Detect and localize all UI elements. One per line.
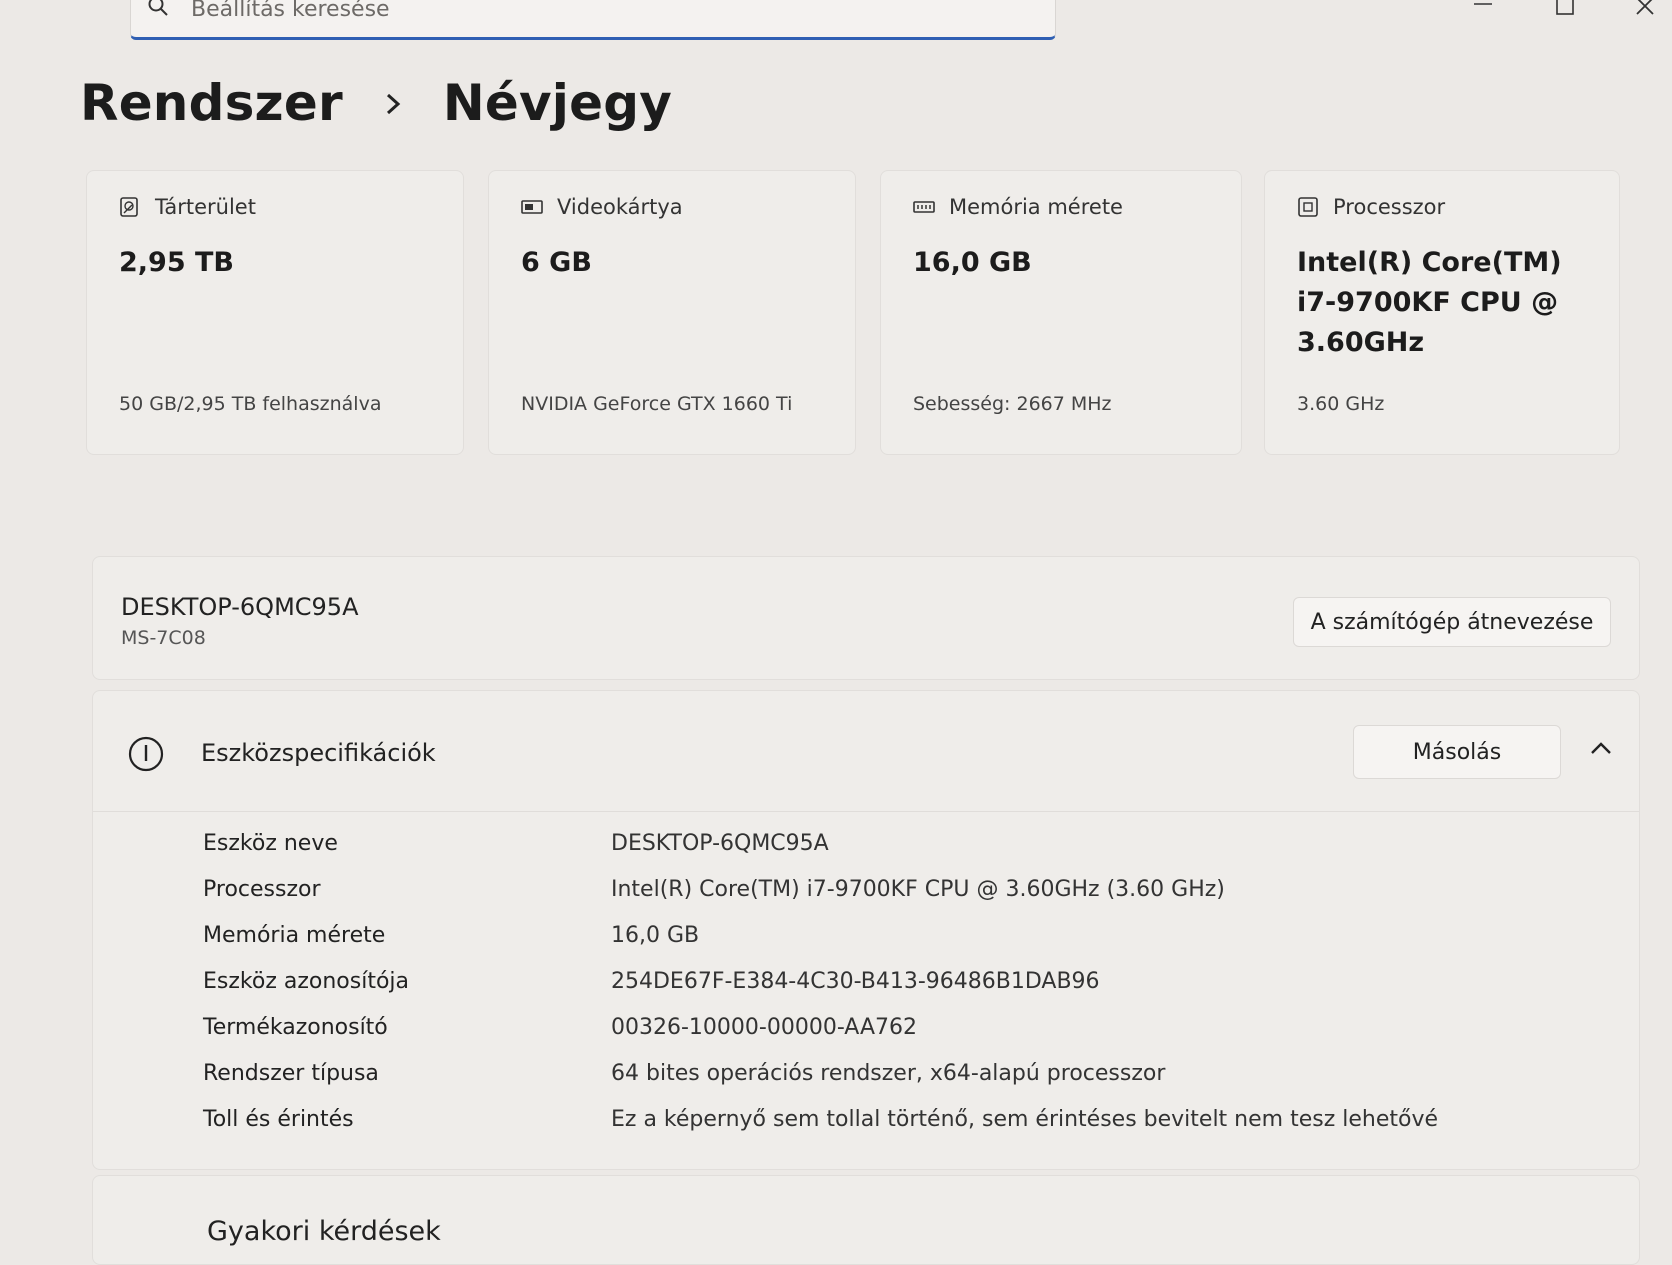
title-bar: Beállítás keresése [0, 0, 1672, 60]
minimize-button[interactable] [1460, 0, 1506, 30]
breadcrumb-current: Névjegy [442, 74, 673, 132]
page-title: Rendszer Névjegy [80, 68, 672, 138]
info-icon [128, 736, 164, 772]
processor-icon [1298, 197, 1318, 217]
gpu-label: Videokártya [557, 195, 683, 219]
memory-icon [913, 201, 935, 213]
spec-key: Toll és érintés [203, 1107, 354, 1132]
spec-value: Intel(R) Core(TM) i7-9700KF CPU @ 3.60GH… [611, 877, 1225, 902]
storage-card[interactable]: Tárterület 2,95 TB 50 GB/2,95 TB felhasz… [86, 170, 464, 455]
gpu-card[interactable]: Videokártya 6 GB NVIDIA GeForce GTX 1660… [488, 170, 856, 455]
processor-label: Processzor [1333, 195, 1446, 219]
gpu-value: 6 GB [521, 247, 592, 278]
device-name-row: DESKTOP-6QMC95A MS-7C08 A számítógép átn… [92, 556, 1640, 680]
minimize-icon [1474, 3, 1492, 5]
summary-cards: Tárterület 2,95 TB 50 GB/2,95 TB felhasz… [86, 170, 1620, 455]
storage-usage: 50 GB/2,95 TB felhasználva [119, 393, 382, 415]
chevron-right-icon [386, 93, 401, 115]
spec-value: 254DE67F-E384-4C30-B413-96486B1DAB96 [611, 969, 1100, 994]
device-name: DESKTOP-6QMC95A [121, 593, 359, 621]
memory-speed: Sebesség: 2667 MHz [913, 393, 1112, 415]
faq-title: Gyakori kérdések [207, 1216, 441, 1247]
spec-key: Eszköz neve [203, 831, 338, 856]
device-specs-title: Eszközspecifikációk [201, 739, 436, 767]
spec-value: Ez a képernyő sem tollal történő, sem ér… [611, 1107, 1439, 1132]
storage-label: Tárterület [155, 195, 256, 219]
chevron-up-icon[interactable] [1589, 737, 1613, 761]
memory-card[interactable]: Memória mérete 16,0 GB Sebesség: 2667 MH… [880, 170, 1242, 455]
breadcrumb-parent[interactable]: Rendszer [80, 74, 343, 132]
device-model: MS-7C08 [121, 627, 206, 649]
spec-key: Rendszer típusa [203, 1061, 379, 1086]
storage-value: 2,95 TB [119, 247, 235, 278]
spec-key: Memória mérete [203, 923, 386, 948]
copy-button[interactable]: Másolás [1353, 725, 1561, 779]
maximize-icon [1556, 0, 1574, 15]
spec-key: Termékazonosító [203, 1015, 388, 1040]
close-icon [1636, 0, 1654, 15]
spec-value: 16,0 GB [611, 923, 700, 948]
spec-value: 64 bites operációs rendszer, x64-alapú p… [611, 1061, 1166, 1086]
device-specs-section: Eszközspecifikációk Másolás Eszköz neve … [92, 690, 1640, 1170]
processor-value: Intel(R) Core(TM) i7-9700KF CPU @ 3.60GH… [1297, 247, 1562, 358]
search-icon [148, 0, 168, 16]
gpu-model: NVIDIA GeForce GTX 1660 Ti [521, 393, 793, 415]
search-input[interactable]: Beállítás keresése [191, 0, 390, 22]
processor-speed: 3.60 GHz [1297, 393, 1385, 415]
close-button[interactable] [1622, 0, 1668, 30]
gpu-icon [521, 200, 543, 214]
breadcrumb-separator [365, 78, 425, 128]
memory-label: Memória mérete [949, 195, 1123, 219]
spec-key: Eszköz azonosítója [203, 969, 410, 994]
spec-key: Processzor [203, 877, 321, 902]
spec-value: DESKTOP-6QMC95A [611, 831, 829, 856]
spec-value: 00326-10000-00000-AA762 [611, 1015, 917, 1040]
device-specs-header[interactable]: Eszközspecifikációk Másolás [93, 691, 1639, 812]
faq-section[interactable]: Gyakori kérdések [92, 1175, 1640, 1265]
maximize-button[interactable] [1542, 0, 1588, 30]
memory-value: 16,0 GB [913, 247, 1032, 278]
settings-search[interactable]: Beállítás keresése [130, 0, 1056, 40]
rename-pc-button[interactable]: A számítógép átnevezése [1293, 597, 1611, 647]
processor-card[interactable]: Processzor Intel(R) Core(TM) i7-9700KF C… [1264, 170, 1620, 455]
storage-icon [120, 197, 138, 217]
